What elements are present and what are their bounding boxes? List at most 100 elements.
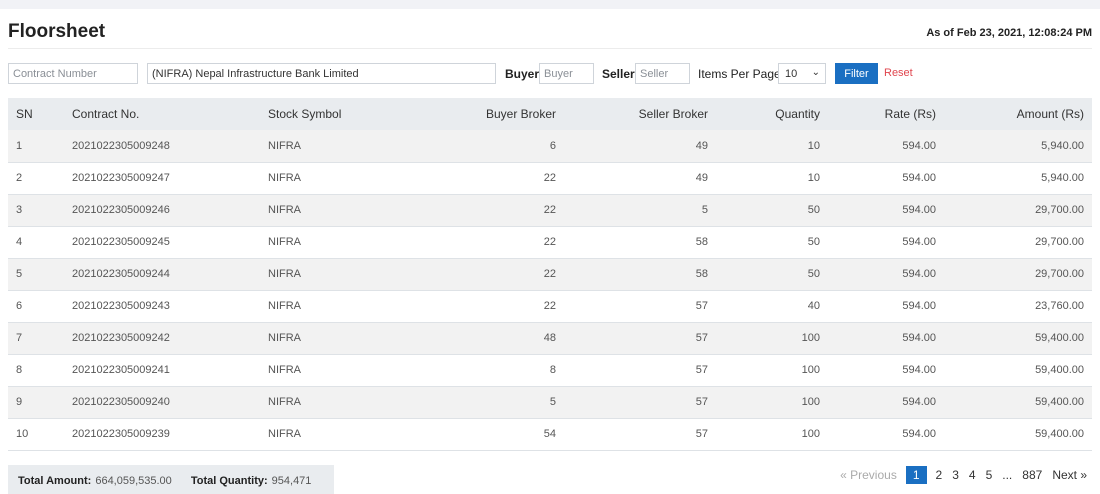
table-row[interactable]: 7 2021022305009242 NIFRA 48 57 100 594.00 59,40…: [8, 322, 1092, 354]
page-link-4[interactable]: 4: [969, 468, 976, 482]
page-link-5[interactable]: 5: [986, 468, 993, 482]
cell-amount: 29,700.00: [1035, 204, 1084, 216]
col-header-rate[interactable]: Rate (Rs): [828, 98, 944, 130]
col-header-symbol[interactable]: Stock Symbol: [260, 98, 400, 130]
cell-amount: 29,700.00: [1035, 236, 1084, 248]
buyer-input[interactable]: [539, 63, 594, 84]
cell-contract-no: 2021022305009242: [72, 332, 170, 344]
cell-quantity: 50: [807, 268, 820, 280]
cell-rate: 594.00: [902, 139, 936, 152]
cell-sn: 5: [16, 268, 23, 280]
cell-stock-symbol: NIFRA: [268, 139, 301, 152]
cell-stock-symbol: NIFRA: [268, 300, 301, 312]
page-title: Floorsheet: [8, 21, 106, 42]
cell-amount: 23,760.00: [1035, 300, 1084, 312]
cell-contract-no: 2021022305009241: [72, 364, 170, 376]
company-input[interactable]: [147, 63, 496, 84]
cell-rate: 594.00: [902, 396, 936, 408]
cell-quantity: 100: [801, 364, 820, 376]
seller-label: Seller: [602, 67, 635, 81]
totals-bar: Total Amount: 664,059,535.00 Total Quanti…: [8, 465, 334, 494]
cell-seller-broker: 49: [695, 172, 708, 184]
cell-stock-symbol: NIFRA: [268, 204, 301, 216]
seller-input[interactable]: [635, 63, 690, 84]
pagination: « Previous 1 2 3 4 5 ... 887 Next »: [835, 465, 1092, 485]
cell-rate: 594.00: [902, 428, 936, 440]
cell-quantity: 100: [801, 396, 820, 408]
cell-quantity: 10: [807, 139, 820, 152]
items-per-page-value: 10: [785, 68, 798, 80]
page-link-2[interactable]: 2: [936, 468, 943, 482]
cell-buyer-broker: 54: [543, 428, 556, 440]
filter-bar: Buyer Seller Items Per Page 10 ⌄ Filter …: [8, 63, 1092, 85]
cell-quantity: 40: [807, 300, 820, 312]
col-header-contract[interactable]: Contract No.: [64, 98, 260, 130]
table-row[interactable]: 6 2021022305009243 NIFRA 22 57 40 594.00 23,760…: [8, 290, 1092, 322]
page-link-1[interactable]: 1: [905, 466, 927, 484]
cell-stock-symbol: NIFRA: [268, 268, 301, 280]
cell-rate: 594.00: [902, 204, 936, 216]
items-per-page-select[interactable]: 10 ⌄: [778, 63, 826, 84]
cell-seller-broker: 5: [701, 204, 708, 216]
next-page-link[interactable]: Next »: [1052, 468, 1087, 482]
cell-contract-no: 2021022305009244: [72, 268, 170, 280]
table-row[interactable]: 5 2021022305009244 NIFRA 22 58 50 594.00 29,700…: [8, 258, 1092, 290]
table-row[interactable]: 1 2021022305009248 NIFRA 6 49 10 594.00 5,940.0…: [8, 130, 1092, 162]
cell-seller-broker: 49: [695, 139, 708, 152]
cell-amount: 5,940.00: [1041, 139, 1084, 152]
cell-sn: 8: [16, 364, 23, 376]
cell-rate: 594.00: [902, 332, 936, 344]
cell-contract-no: 2021022305009245: [72, 236, 170, 248]
cell-sn: 3: [16, 204, 23, 216]
cell-buyer-broker: 6: [549, 139, 556, 152]
cell-contract-no: 2021022305009243: [72, 300, 170, 312]
page-link-last[interactable]: 887: [1022, 468, 1042, 482]
cell-seller-broker: 58: [695, 268, 708, 280]
cell-seller-broker: 57: [695, 364, 708, 376]
cell-amount: 59,400.00: [1035, 332, 1084, 344]
cell-seller-broker: 57: [695, 332, 708, 344]
cell-contract-no: 2021022305009240: [72, 396, 170, 408]
cell-contract-no: 2021022305009247: [72, 172, 170, 184]
contract-number-input[interactable]: [8, 63, 138, 84]
items-per-page-label: Items Per Page: [698, 67, 781, 81]
header-divider: [8, 48, 1092, 49]
cell-buyer-broker: 22: [543, 172, 556, 184]
table-row[interactable]: 2 2021022305009247 NIFRA 22 49 10 594.00 5,940.…: [8, 162, 1092, 194]
as-of-timestamp: As of Feb 23, 2021, 12:08:24 PM: [926, 27, 1092, 39]
cell-stock-symbol: NIFRA: [268, 428, 301, 440]
cell-seller-broker: 57: [695, 300, 708, 312]
col-header-quantity[interactable]: Quantity: [716, 98, 828, 130]
cell-rate: 594.00: [902, 300, 936, 312]
cell-contract-no: 2021022305009248: [72, 139, 170, 152]
page-link-3[interactable]: 3: [952, 468, 959, 482]
cell-buyer-broker: 22: [543, 300, 556, 312]
table-row[interactable]: 4 2021022305009245 NIFRA 22 58 50 594.00 29,700…: [8, 226, 1092, 258]
cell-quantity: 50: [807, 204, 820, 216]
col-header-buyer[interactable]: Buyer Broker: [400, 98, 564, 130]
filter-button[interactable]: Filter: [835, 63, 878, 84]
total-quantity-label: Total Quantity:: [190, 475, 268, 487]
cell-buyer-broker: 5: [549, 396, 556, 408]
reset-link[interactable]: Reset: [884, 67, 913, 79]
col-header-amount[interactable]: Amount (Rs): [944, 98, 1092, 130]
cell-quantity: 100: [801, 332, 820, 344]
cell-buyer-broker: 48: [543, 332, 556, 344]
table-row[interactable]: 8 2021022305009241 NIFRA 8 57 100 594.00 59,400…: [8, 354, 1092, 386]
previous-page-link[interactable]: « Previous: [840, 468, 897, 482]
table-row[interactable]: 10 2021022305009239 NIFRA 54 57 100 594.00 59,4…: [8, 418, 1092, 450]
table-row[interactable]: 9 2021022305009240 NIFRA 5 57 100 594.00 59,400…: [8, 386, 1092, 418]
col-header-sn[interactable]: SN: [8, 98, 64, 130]
cell-buyer-broker: 8: [549, 364, 556, 376]
total-amount-label: Total Amount:: [18, 475, 92, 487]
cell-stock-symbol: NIFRA: [268, 332, 301, 344]
cell-sn: 2: [16, 172, 23, 184]
cell-buyer-broker: 22: [543, 204, 556, 216]
col-header-seller[interactable]: Seller Broker: [564, 98, 716, 130]
cell-seller-broker: 57: [695, 428, 708, 440]
cell-sn: 10: [16, 428, 29, 440]
table-row[interactable]: 3 2021022305009246 NIFRA 22 5 50 594.00 29,700.…: [8, 194, 1092, 226]
table-body: 1 2021022305009248 NIFRA 6 49 10 594.00 5,940.0…: [8, 130, 1092, 450]
table-header-row: SN Contract No. Stock Symbol Buyer Broke…: [8, 98, 1092, 130]
cell-sn: 4: [16, 236, 23, 248]
